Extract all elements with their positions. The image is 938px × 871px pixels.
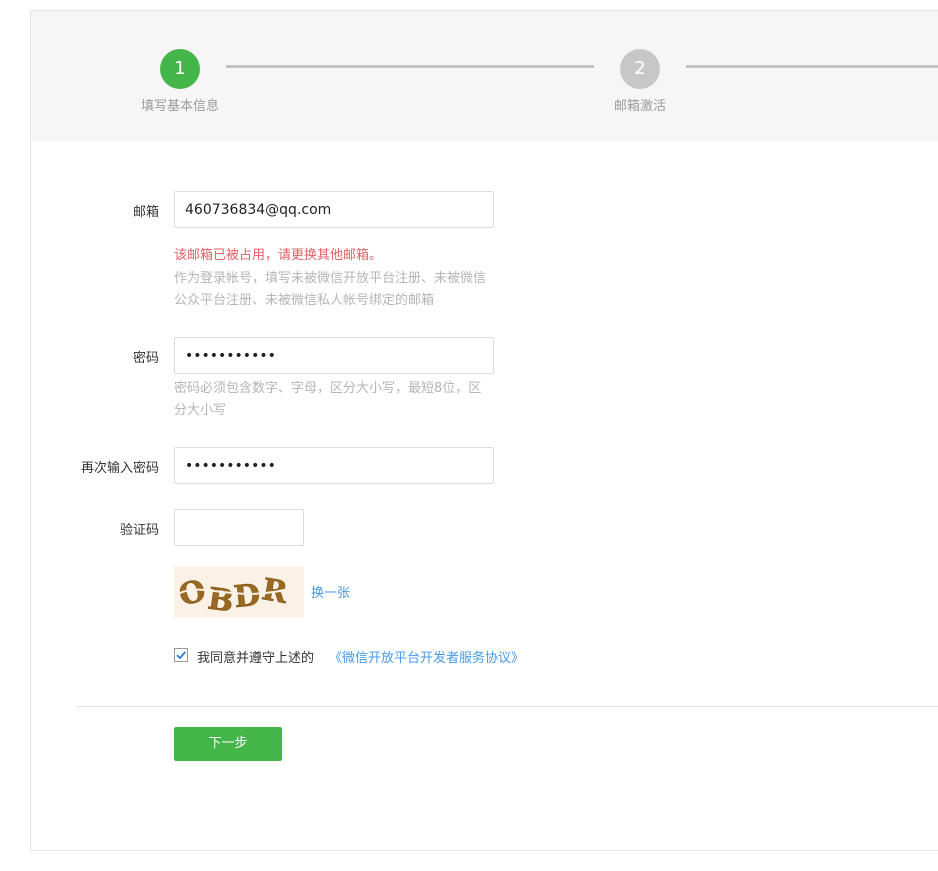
captcha-char: B — [206, 581, 236, 618]
step-connector-line — [226, 65, 594, 68]
password-label: 密码 — [132, 351, 159, 366]
step-2-circle: 2 — [620, 49, 660, 89]
divider — [76, 706, 938, 707]
agreement-link[interactable]: 《微信开放平台开发者服务协议》 — [329, 647, 524, 666]
captcha-graphic: O B D R — [175, 572, 301, 620]
checkmark-icon — [176, 651, 186, 660]
agreement-checkbox[interactable] — [174, 648, 188, 662]
confirm-password-label: 再次输入密码 — [80, 461, 159, 476]
step-1-circle: 1 — [160, 49, 200, 89]
email-label: 邮箱 — [132, 205, 159, 220]
captcha-input[interactable] — [174, 509, 304, 546]
email-error-message: 该邮箱已被占用，请更换其他邮箱。 — [174, 248, 383, 263]
confirm-password-input[interactable] — [174, 447, 494, 484]
email-input[interactable] — [174, 191, 494, 228]
next-button[interactable]: 下一步 — [174, 727, 282, 761]
captcha-label: 验证码 — [119, 523, 159, 538]
email-hint: 作为登录帐号，填写未被微信开放平台注册、未被微信公众平台注册、未被微信私人帐号绑… — [174, 271, 487, 308]
captcha-image[interactable]: O B D R — [174, 566, 304, 620]
step-2-label: 邮箱激活 — [613, 99, 666, 114]
password-input[interactable] — [174, 337, 494, 374]
agreement-text: 我同意并遵守上述的 — [197, 651, 315, 666]
captcha-char: D — [232, 578, 262, 616]
step-1-label: 填写基本信息 — [140, 99, 219, 114]
step-connector-line — [686, 65, 938, 68]
password-hint: 密码必须包含数字、字母，区分大小写，最短8位，区分大小写 — [174, 381, 482, 418]
refresh-captcha-link[interactable]: 换一张 — [311, 582, 350, 601]
